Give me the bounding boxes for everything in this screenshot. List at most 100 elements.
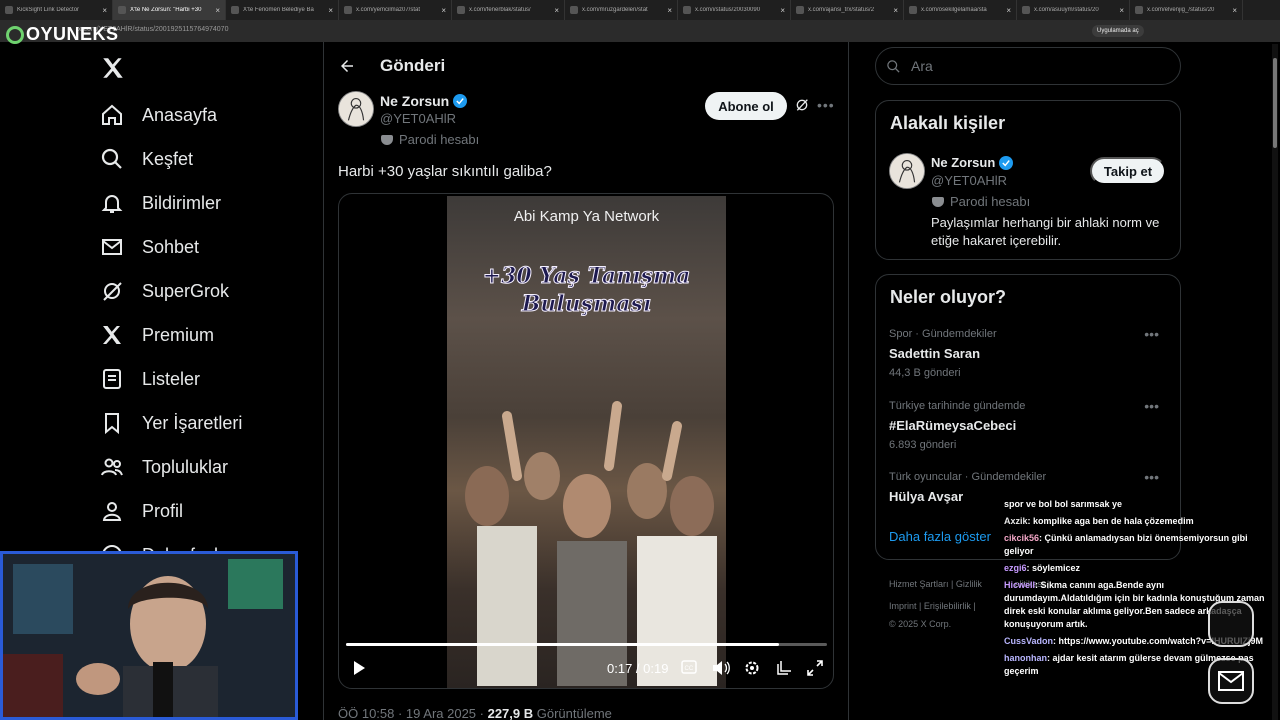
- close-tab-icon[interactable]: ×: [667, 6, 672, 15]
- trend-context: Türk oyuncular · Gündemdekiler: [889, 471, 1047, 483]
- related-avatar[interactable]: [889, 153, 925, 189]
- author-avatar[interactable]: [338, 91, 374, 127]
- browser-address-bar[interactable]: x.com/YET0AHlR/status/200192511576497407…: [0, 20, 1280, 42]
- author-handle[interactable]: @YET0AHlR: [380, 111, 456, 126]
- browser-tab[interactable]: X'te Ne Zorsun: "Harbi +30 ×: [113, 0, 226, 20]
- search-icon: [887, 59, 900, 73]
- parody-label-text: Parodi hesabı: [399, 132, 480, 147]
- play-icon[interactable]: [351, 660, 367, 676]
- close-tab-icon[interactable]: ×: [780, 6, 785, 15]
- close-tab-icon[interactable]: ×: [215, 6, 220, 15]
- page-scrollbar[interactable]: [1272, 44, 1278, 720]
- more-options-icon[interactable]: •••: [817, 97, 835, 113]
- nav-item[interactable]: Bildirimler: [100, 188, 221, 218]
- close-tab-icon[interactable]: ×: [441, 6, 446, 15]
- author-name[interactable]: Ne Zorsun: [380, 93, 468, 109]
- tab-title: x.com/osekilgelamaa/sta: [921, 7, 987, 13]
- footer-line2[interactable]: Imprint | Erişilebilirlik |: [889, 601, 976, 611]
- post-timestamp[interactable]: ÖÖ 10:58 · 19 Ara 2025 ·: [338, 706, 488, 720]
- messages-fab-button[interactable]: [1208, 658, 1254, 704]
- follow-button[interactable]: Takip et: [1090, 157, 1166, 185]
- nav-item[interactable]: Topluluklar: [100, 452, 228, 482]
- x-logo-icon[interactable]: [100, 55, 126, 81]
- close-tab-icon[interactable]: ×: [1119, 6, 1124, 15]
- grok-icon[interactable]: [794, 97, 810, 113]
- logo-ring-icon: [6, 25, 24, 44]
- close-tab-icon[interactable]: ×: [328, 6, 333, 15]
- trend-more-icon[interactable]: •••: [1144, 398, 1159, 414]
- back-arrow-icon[interactable]: [338, 57, 356, 75]
- chat-username: ezgi6: [1004, 563, 1027, 573]
- close-tab-icon[interactable]: ×: [102, 6, 107, 15]
- trend-name: Sadettin Saran: [889, 346, 981, 361]
- subscribe-button[interactable]: Abone ol: [705, 92, 787, 120]
- favicon-icon: [909, 6, 917, 14]
- video-progress-bar[interactable]: [346, 643, 827, 646]
- browser-tab[interactable]: x.com/yemcilmaz07/stat ×: [339, 0, 452, 20]
- video-title-line2: Buluşması: [521, 291, 652, 318]
- captions-icon[interactable]: CC: [681, 660, 697, 674]
- show-more-link[interactable]: Daha fazla göster: [889, 529, 991, 544]
- fullscreen-icon[interactable]: [807, 660, 823, 676]
- browser-tab[interactable]: x.com/mruzgardelen/stat ×: [565, 0, 678, 20]
- browser-tab[interactable]: x.com/i/status/20030090 ×: [678, 0, 791, 20]
- browser-tab[interactable]: x.com/osekilgelamaa/sta ×: [904, 0, 1017, 20]
- nav-item[interactable]: Profil: [100, 496, 183, 526]
- video-progress-fill: [346, 643, 779, 646]
- mail-icon: [102, 239, 122, 255]
- chat-text: : komplike aga ben de hala çözemedim: [1027, 516, 1194, 526]
- trend-item[interactable]: Spor · Gündemdekiler Sadettin Saran 44,3 B…: [889, 326, 1169, 379]
- related-title: Alakalı kişiler: [890, 113, 1006, 133]
- search-input[interactable]: Ara: [875, 47, 1181, 85]
- trends-title: Neler oluyor?: [890, 287, 1007, 307]
- footer-line1[interactable]: Hizmet Şartları | Gizlilik: [889, 579, 982, 589]
- close-tab-icon[interactable]: ×: [1006, 6, 1011, 15]
- bookmark-icon: [105, 413, 119, 435]
- browser-tab[interactable]: KickSight Link Detector ×: [0, 0, 113, 20]
- nav-item[interactable]: Listeler: [100, 364, 200, 394]
- volume-icon[interactable]: [712, 660, 730, 676]
- settings-gear-icon[interactable]: [744, 660, 760, 676]
- nav-item[interactable]: Sohbet: [100, 232, 199, 262]
- column-divider: [848, 42, 849, 720]
- post-text: Harbi +30 yaşlar sıkıntılı galiba?: [338, 163, 552, 180]
- related-name[interactable]: Ne Zorsun: [931, 155, 1014, 170]
- nav-item-label: Topluluklar: [142, 456, 229, 477]
- chat-message: ezgi6: söylemicez: [1004, 562, 1274, 575]
- related-name-text[interactable]: Ne Zorsun: [931, 155, 995, 170]
- close-tab-icon[interactable]: ×: [554, 6, 559, 15]
- chat-text: spor ve bol bol sarımsak ye: [1004, 499, 1123, 509]
- video-player[interactable]: Abi Kamp Ya Network +30 Yaş Tanışma Bulu…: [338, 193, 834, 689]
- browser-tab[interactable]: x.com/asuuym/status/20 ×: [1017, 0, 1130, 20]
- video-frame[interactable]: Abi Kamp Ya Network +30 Yaş Tanışma Bulu…: [447, 196, 726, 688]
- trend-more-icon[interactable]: •••: [1144, 469, 1159, 485]
- browser-tab[interactable]: x.com/fenerblak/status/ ×: [452, 0, 565, 20]
- close-tab-icon[interactable]: ×: [893, 6, 898, 15]
- chat-text: : söylemicez: [1026, 563, 1081, 573]
- browser-tab[interactable]: X'te Fenomen Belediye Ba ×: [226, 0, 339, 20]
- video-title: +30 Yaş Tanışma Buluşması: [447, 262, 726, 318]
- close-tab-icon[interactable]: ×: [1232, 6, 1237, 15]
- favicon-icon: [1022, 6, 1030, 14]
- favicon-icon: [457, 6, 465, 14]
- author-name-text[interactable]: Ne Zorsun: [380, 93, 449, 109]
- search-placeholder: Ara: [911, 58, 933, 74]
- open-in-app-button[interactable]: Uygulamada aç: [1092, 25, 1144, 37]
- nav-item[interactable]: SuperGrok: [100, 276, 229, 306]
- browser-tab[interactable]: x.com/ajansi_trx/status/2 ×: [791, 0, 904, 20]
- tab-title: X'te Fenomen Belediye Ba: [243, 7, 314, 13]
- streamer-webcam: [0, 551, 298, 720]
- grok-fab-icon[interactable]: [1208, 601, 1254, 647]
- scrollbar-thumb[interactable]: [1273, 58, 1277, 148]
- nav-item[interactable]: Anasayfa: [100, 100, 217, 130]
- picture-in-picture-icon[interactable]: [776, 660, 792, 676]
- people-icon: [101, 458, 123, 476]
- nav-item[interactable]: Premium: [100, 320, 214, 350]
- trend-item[interactable]: Türkiye tarihinde gündemde #ElaRümeysaCeb…: [889, 398, 1169, 451]
- trend-more-icon[interactable]: •••: [1144, 326, 1159, 342]
- nav-item[interactable]: Yer İşaretleri: [100, 408, 242, 438]
- browser-tab[interactable]: x.com/elvenjig_/status/20 ×: [1130, 0, 1243, 20]
- related-handle[interactable]: @YET0AHlR: [931, 173, 1007, 188]
- nav-item[interactable]: Keşfet: [100, 144, 193, 174]
- home-icon: [102, 104, 122, 125]
